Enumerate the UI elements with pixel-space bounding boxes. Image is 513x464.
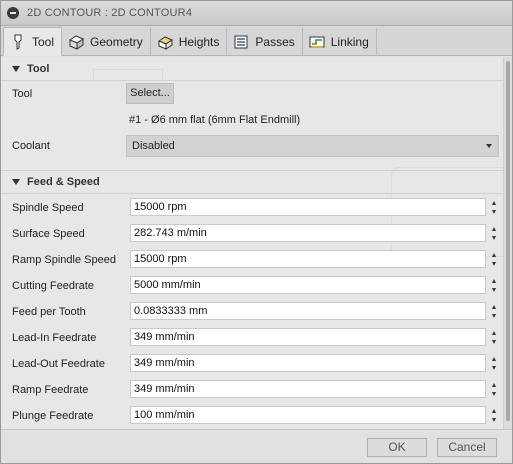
spin-up-icon[interactable] [491, 330, 496, 335]
feed-per-tooth-row: Feed per Tooth 0.0833333 mm [1, 299, 503, 325]
ramp-spindle-speed-label: Ramp Spindle Speed [12, 254, 116, 266]
spin-up-icon[interactable] [491, 382, 496, 387]
lead-out-feedrate-spinner[interactable] [488, 354, 499, 372]
spin-up-icon[interactable] [491, 408, 496, 413]
spin-up-icon[interactable] [491, 278, 496, 283]
ramp-spindle-speed-spinner[interactable] [488, 250, 499, 268]
spin-down-icon[interactable] [491, 417, 496, 422]
feed-section-title: Feed & Speed [27, 176, 100, 188]
ramp-feedrate-label: Ramp Feedrate [12, 384, 89, 396]
linking-icon [308, 33, 326, 51]
coolant-dropdown[interactable]: Disabled [126, 135, 499, 157]
ramp-feedrate-input[interactable]: 349 mm/min [130, 380, 486, 398]
heights-icon [156, 33, 174, 51]
tab-passes-label: Passes [255, 34, 295, 49]
coolant-label: Coolant [12, 140, 50, 152]
lead-out-feedrate-label: Lead-Out Feedrate [12, 358, 105, 370]
scrollbar[interactable] [503, 57, 512, 429]
select-tool-button[interactable]: Select... [126, 83, 174, 104]
spin-up-icon[interactable] [491, 200, 496, 205]
plunge-feedrate-row: Plunge Feedrate 100 mm/min [1, 403, 503, 429]
tool-label: Tool [12, 88, 33, 100]
dialog-title: 2D CONTOUR : 2D CONTOUR4 [27, 7, 193, 19]
spindle-speed-label: Spindle Speed [12, 202, 84, 214]
tab-tool-label: Tool [32, 34, 55, 49]
tab-linking[interactable]: Linking [303, 28, 377, 55]
lead-out-feedrate-input[interactable]: 349 mm/min [130, 354, 486, 372]
cutting-feedrate-spinner[interactable] [488, 276, 499, 294]
spin-up-icon[interactable] [491, 226, 496, 231]
tab-geometry[interactable]: Geometry [62, 28, 151, 55]
collapse-triangle-icon[interactable] [12, 65, 20, 72]
spin-down-icon[interactable] [491, 365, 496, 370]
lead-in-feedrate-label: Lead-In Feedrate [12, 332, 97, 344]
tab-passes[interactable]: Passes [227, 28, 303, 55]
spin-down-icon[interactable] [491, 261, 496, 266]
spindle-speed-spinner[interactable] [488, 198, 499, 216]
scrollbar-thumb[interactable] [506, 61, 510, 421]
spin-down-icon[interactable] [491, 391, 496, 396]
tool-icon [9, 33, 27, 51]
tab-heights-label: Heights [178, 34, 220, 49]
plunge-feedrate-label: Plunge Feedrate [12, 410, 94, 422]
feed-section-header[interactable]: Feed & Speed [1, 170, 503, 194]
chevron-down-icon [486, 144, 492, 148]
spin-up-icon[interactable] [491, 252, 496, 257]
geometry-icon [67, 33, 85, 51]
spin-up-icon[interactable] [491, 356, 496, 361]
spin-down-icon[interactable] [491, 235, 496, 240]
spindle-speed-row: Spindle Speed 15000 rpm [1, 195, 503, 221]
feed-per-tooth-label: Feed per Tooth [12, 306, 86, 318]
dialog-titlebar[interactable]: 2D CONTOUR : 2D CONTOUR4 [1, 1, 512, 26]
tool-panel: Tool Tool Select... #1 - Ø6 mm flat (6mm… [1, 57, 503, 429]
tool-name: #1 - Ø6 mm flat (6mm Flat Endmill) [129, 114, 301, 126]
tool-section-title: Tool [27, 62, 50, 75]
ramp-feedrate-row: Ramp Feedrate 349 mm/min [1, 377, 503, 403]
collapse-triangle-icon[interactable] [12, 179, 20, 185]
cutting-feedrate-input[interactable]: 5000 mm/min [130, 276, 486, 294]
tab-heights[interactable]: Heights [151, 28, 228, 55]
collapse-icon[interactable] [7, 7, 19, 19]
spin-down-icon[interactable] [491, 313, 496, 318]
cutting-feedrate-label: Cutting Feedrate [12, 280, 94, 292]
tab-bar: Tool Geometry Heights Passes Linking [1, 26, 512, 56]
tab-geometry-label: Geometry [90, 34, 143, 49]
ramp-spindle-speed-input[interactable]: 15000 rpm [130, 250, 486, 268]
surface-speed-label: Surface Speed [12, 228, 85, 240]
tool-section-header[interactable]: Tool [1, 57, 503, 81]
spin-down-icon[interactable] [491, 339, 496, 344]
feed-per-tooth-input[interactable]: 0.0833333 mm [130, 302, 486, 320]
surface-speed-row: Surface Speed 282.743 m/min [1, 221, 503, 247]
ramp-spindle-speed-row: Ramp Spindle Speed 15000 rpm [1, 247, 503, 273]
spin-down-icon[interactable] [491, 287, 496, 292]
tab-tool[interactable]: Tool [3, 27, 63, 56]
tab-linking-label: Linking [330, 34, 369, 49]
cutting-feedrate-row: Cutting Feedrate 5000 mm/min [1, 273, 503, 299]
ramp-feedrate-spinner[interactable] [488, 380, 499, 398]
lead-in-feedrate-spinner[interactable] [488, 328, 499, 346]
contour-dialog: 2D CONTOUR : 2D CONTOUR4 Tool Geometry H… [0, 0, 513, 464]
dialog-footer: OK Cancel [1, 429, 512, 463]
plunge-feedrate-input[interactable]: 100 mm/min [130, 406, 486, 424]
lead-out-feedrate-row: Lead-Out Feedrate 349 mm/min [1, 351, 503, 377]
ok-button[interactable]: OK [367, 438, 427, 457]
lead-in-feedrate-row: Lead-In Feedrate 349 mm/min [1, 325, 503, 351]
plunge-feedrate-spinner[interactable] [488, 406, 499, 424]
surface-speed-input[interactable]: 282.743 m/min [130, 224, 486, 242]
feed-per-tooth-spinner[interactable] [488, 302, 499, 320]
coolant-value: Disabled [132, 140, 175, 152]
lead-in-feedrate-input[interactable]: 349 mm/min [130, 328, 486, 346]
spindle-speed-input[interactable]: 15000 rpm [130, 198, 486, 216]
surface-speed-spinner[interactable] [488, 224, 499, 242]
cancel-button[interactable]: Cancel [437, 438, 497, 457]
passes-icon [232, 33, 250, 51]
spin-up-icon[interactable] [491, 304, 496, 309]
spin-down-icon[interactable] [491, 209, 496, 214]
